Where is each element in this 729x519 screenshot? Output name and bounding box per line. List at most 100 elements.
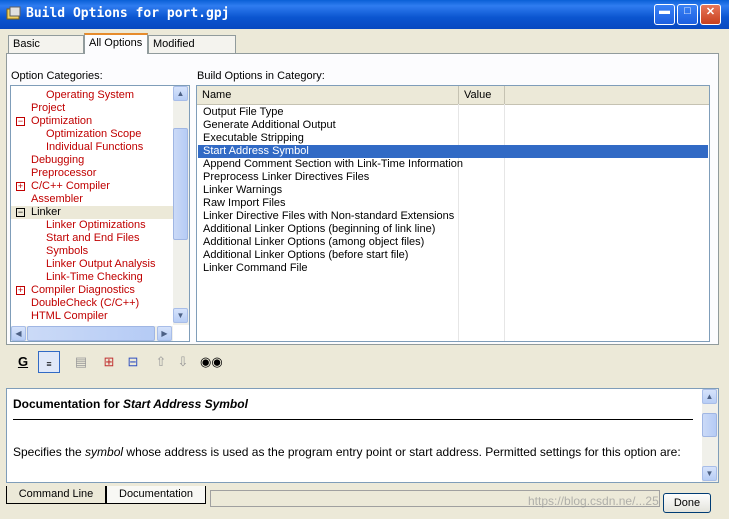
tree-item[interactable]: Optimization Scope (46, 128, 141, 141)
tree-view-button[interactable]: G (12, 351, 34, 373)
tree-item-label: Debugging (31, 154, 85, 166)
clear-button[interactable]: ▤ (70, 351, 92, 373)
list-label: Build Options in Category: (197, 70, 325, 82)
tree-item-label: Symbols (46, 245, 89, 257)
tree-item[interactable]: Individual Functions (46, 141, 143, 154)
minimize-icon: ▬ (659, 5, 670, 17)
tree-item[interactable]: C/C++ Compiler (31, 180, 110, 193)
category-tree[interactable]: ▲ ▼ ◀ ▶ Operating System Project Optimizat… (10, 85, 190, 342)
remove-icon: ⊟ (127, 354, 139, 369)
remove-button[interactable]: ⊟ (122, 351, 144, 373)
tree-item-label: HTML Compiler (31, 310, 108, 322)
find-icon: ◉◉ (200, 354, 223, 369)
tree-item[interactable]: DoubleCheck (C/C++) (31, 297, 139, 310)
tree-item-label: Compiler Diagnostics (31, 284, 135, 296)
list-view-button[interactable]: ≡ (38, 351, 60, 373)
tab-modified-options[interactable]: Modified Options (148, 35, 236, 67)
tree-item[interactable]: Preprocessor (31, 167, 96, 180)
option-row[interactable]: Preprocess Linker Directives Files (198, 171, 708, 184)
categories-label: Option Categories: (11, 70, 103, 82)
down-arrow-icon: ⇩ (177, 354, 189, 369)
tree-item[interactable]: Linker Optimizations (46, 219, 146, 232)
tree-item[interactable]: Optimization (31, 115, 92, 128)
doc-title-option: Start Address Symbol (123, 397, 248, 411)
move-up-button[interactable]: ⇧ (150, 351, 172, 373)
options-list[interactable]: Name Value Output File Type Generate Addi… (196, 85, 710, 342)
tab-all-options[interactable]: All Options (84, 33, 148, 54)
option-row[interactable]: Additional Linker Options (beginning of … (198, 223, 708, 236)
move-down-button[interactable]: ⇩ (172, 351, 194, 373)
tab-command-line[interactable]: Command Line (6, 486, 106, 504)
tree-item[interactable]: Compiler Diagnostics (31, 284, 135, 297)
doc-scroll-down-button[interactable]: ▼ (702, 466, 717, 481)
close-button[interactable]: ✕ (700, 4, 721, 25)
tree-item[interactable]: Assembler (31, 193, 83, 206)
collapse-icon[interactable]: − (16, 208, 25, 217)
tree-item[interactable]: Symbols (46, 245, 88, 258)
tree-scroll-right-button[interactable]: ▶ (157, 326, 172, 341)
tree-item-label: C/C++ Compiler (31, 180, 110, 192)
doc-body-emphasis: symbol (85, 445, 124, 459)
tree-view-icon: G (17, 354, 29, 369)
option-row[interactable]: Append Comment Section with Link-Time In… (198, 158, 708, 171)
doc-title: Documentation for Start Address Symbol (13, 397, 248, 411)
option-row[interactable]: Output File Type (198, 106, 708, 119)
tree-item-label: DoubleCheck (C/C++) (31, 297, 140, 309)
doc-scrollbar[interactable]: ▲ ▼ (702, 389, 718, 482)
minimize-button[interactable]: ▬ (654, 4, 675, 25)
doc-body-text: Specifies the (13, 445, 86, 459)
tab-basic-options[interactable]: Basic Options (8, 35, 84, 67)
option-row[interactable]: Linker Command File (198, 262, 708, 275)
done-button[interactable]: Done (663, 493, 711, 513)
doc-body: Specifies the symbol whose address is us… (13, 444, 693, 460)
tree-scroll-down-button[interactable]: ▼ (173, 308, 188, 323)
clear-icon: ▤ (74, 354, 88, 369)
tree-item-label: Individual Functions (46, 141, 144, 153)
add-button[interactable]: ⊞ (98, 351, 120, 373)
option-row[interactable]: Additional Linker Options (among object … (198, 236, 708, 249)
tree-item[interactable]: Project (31, 102, 65, 115)
tree-item-label: Optimization (31, 115, 93, 127)
tree-item[interactable]: Operating System (46, 89, 134, 102)
doc-title-prefix: Documentation for (13, 397, 123, 411)
tree-item[interactable]: Start and End Files (46, 232, 140, 245)
expand-icon[interactable]: + (16, 182, 25, 191)
option-row[interactable]: Generate Additional Output (198, 119, 708, 132)
doc-body-text: whose address is used as the program ent… (123, 445, 681, 459)
tree-hscroll-thumb[interactable] (27, 326, 155, 341)
tree-item[interactable]: HTML Compiler (31, 310, 108, 323)
tree-item[interactable]: Link-Time Checking (46, 271, 143, 284)
maximize-button[interactable]: □ (677, 4, 698, 25)
tree-horizontal-scrollbar[interactable]: ◀ ▶ (11, 326, 173, 341)
documentation-pane[interactable]: Documentation for Start Address Symbol S… (6, 388, 719, 483)
column-header-value[interactable]: Value (459, 86, 505, 104)
option-row[interactable]: Executable Stripping (198, 132, 708, 145)
tree-vertical-scrollbar[interactable]: ▲ ▼ (173, 86, 189, 325)
collapse-icon[interactable]: − (16, 117, 25, 126)
tree-scroll-thumb[interactable] (173, 128, 188, 240)
tree-item-label: Linker (31, 206, 61, 218)
column-header-name[interactable]: Name (197, 86, 459, 104)
doc-scroll-thumb[interactable] (702, 413, 717, 437)
expand-icon[interactable]: + (16, 286, 25, 295)
watermark: https://blog.csdn.ne/...25 (528, 494, 659, 508)
tree-item-label: Linker Output Analysis (46, 258, 156, 270)
tree-item-label: Operating System (46, 89, 135, 101)
tree-scroll-left-button[interactable]: ◀ (11, 326, 26, 341)
close-icon: ✕ (705, 6, 716, 18)
option-row[interactable]: Raw Import Files (198, 197, 708, 210)
tab-documentation[interactable]: Documentation (106, 486, 206, 504)
tree-item-label: Preprocessor (31, 167, 97, 179)
option-row[interactable]: Linker Directive Files with Non-standard… (198, 210, 708, 223)
option-row[interactable]: Additional Linker Options (before start … (198, 249, 708, 262)
tree-scroll-up-button[interactable]: ▲ (173, 86, 188, 101)
tree-item-label: Linker Optimizations (46, 219, 146, 231)
tree-item[interactable]: Debugging (31, 154, 84, 167)
tree-item[interactable]: Linker Output Analysis (46, 258, 155, 271)
doc-scroll-up-button[interactable]: ▲ (702, 389, 717, 404)
option-row[interactable]: Start Address Symbol (198, 145, 708, 158)
find-button[interactable]: ◉◉ (200, 351, 223, 373)
tree-item[interactable]: Linker (11, 206, 173, 219)
tree-item-label: Start and End Files (46, 232, 140, 244)
option-row[interactable]: Linker Warnings (198, 184, 708, 197)
